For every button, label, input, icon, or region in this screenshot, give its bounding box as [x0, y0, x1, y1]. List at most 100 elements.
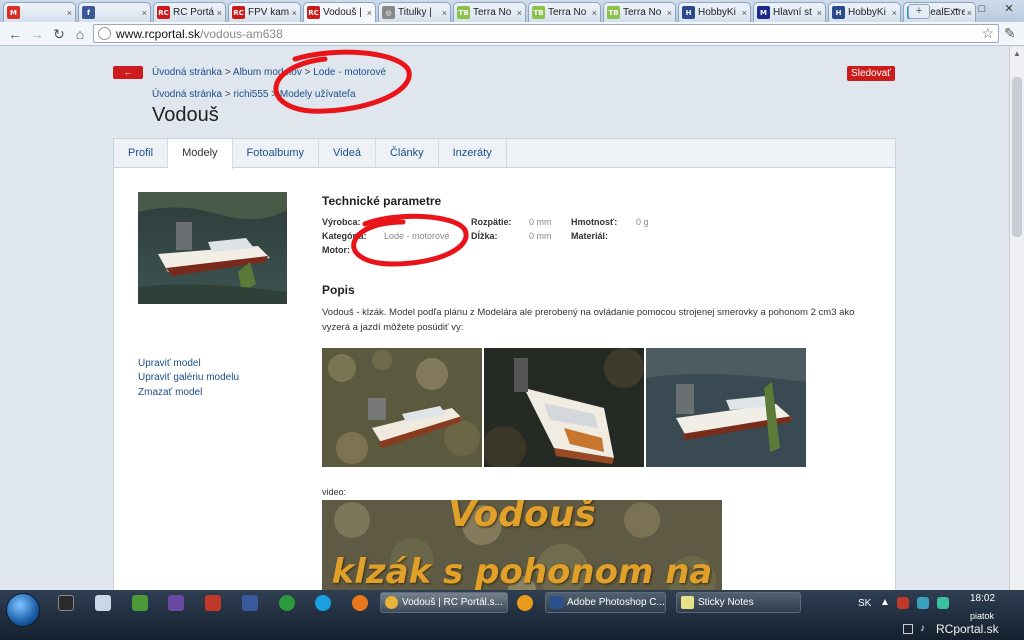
close-tab-icon[interactable]: × — [667, 8, 672, 18]
breadcrumb-user-models[interactable]: Modely užívateľa — [280, 89, 356, 100]
breadcrumb-home[interactable]: Úvodná stránka — [152, 89, 222, 100]
browser-tab[interactable]: H HobbyKi × — [828, 2, 901, 22]
save-icon[interactable] — [242, 595, 258, 611]
tab-3[interactable]: Videá — [319, 139, 376, 168]
gmail-icon: M — [7, 6, 20, 19]
close-tab-icon[interactable]: × — [292, 8, 297, 18]
clock-time[interactable]: 18:02 — [970, 593, 995, 604]
speaker-icon[interactable]: ♪ — [920, 623, 925, 634]
browser-tab[interactable]: H HobbyKi × — [678, 2, 751, 22]
battery-icon[interactable] — [903, 624, 913, 634]
close-tab-icon[interactable]: × — [817, 8, 822, 18]
page-title: Vodouš — [152, 104, 219, 126]
close-tab-icon[interactable]: × — [67, 8, 72, 18]
breadcrumb-category[interactable]: Lode - motorové — [313, 67, 386, 78]
browser-tab[interactable]: ◎ Titulky | × — [378, 2, 451, 22]
edit-model-link[interactable]: Upraviť model — [138, 358, 201, 369]
back-icon[interactable]: ← — [6, 25, 24, 43]
page-info-icon[interactable] — [98, 27, 111, 40]
bookmark-star-icon[interactable]: ☆ — [981, 25, 994, 42]
browser-tabstrip: M × f × RC RC Portá × RC FPV kam × RC Vodouš | × ◎ Tit… — [0, 0, 1024, 22]
vyrobca-label: Výrobca: — [322, 217, 361, 227]
subtitles-icon: ◎ — [382, 6, 395, 19]
start-button[interactable] — [6, 593, 40, 627]
browser-tab[interactable]: TB Terra No × — [603, 2, 676, 22]
language-indicator[interactable]: SK — [858, 598, 871, 609]
tab-1[interactable]: Modely — [168, 139, 233, 169]
tab-0[interactable]: Profil — [114, 139, 169, 168]
close-tab-icon[interactable]: × — [442, 8, 447, 18]
close-tab-icon[interactable]: × — [367, 8, 372, 18]
address-bar[interactable]: www.rcportal.sk/vodous-am638 ☆ — [93, 24, 999, 43]
home-icon[interactable]: ⌂ — [71, 25, 89, 43]
firefox-icon[interactable] — [352, 595, 368, 611]
metro-icon: M — [757, 6, 770, 19]
browser-tab[interactable]: TB Terra No × — [453, 2, 526, 22]
tab-5[interactable]: Inzeráty — [439, 139, 507, 168]
breadcrumb-user: Úvodná stránka > richi555 > Modely užíva… — [152, 89, 356, 100]
taskbar-item[interactable]: Adobe Photoshop C... — [545, 592, 666, 613]
maximize-button[interactable]: □ — [970, 0, 994, 18]
hobbyking-icon: H — [682, 6, 695, 19]
app-icon[interactable] — [168, 595, 184, 611]
tab-4[interactable]: Články — [376, 139, 439, 168]
clover-icon[interactable] — [279, 595, 295, 611]
rozpatie-label: Rozpätie: — [471, 217, 512, 227]
forward-icon[interactable]: → — [28, 25, 46, 43]
browser-tab[interactable]: f × — [78, 2, 151, 22]
terranova-icon: TB — [607, 6, 620, 19]
app-icon[interactable] — [132, 595, 148, 611]
breadcrumb-home[interactable]: Úvodná stránka — [152, 67, 222, 78]
gallery-photo-3[interactable] — [646, 348, 806, 467]
close-tab-icon[interactable]: × — [217, 8, 222, 18]
close-window-button[interactable]: ✕ — [996, 0, 1022, 18]
taskbar-item[interactable]: Sticky Notes — [676, 592, 801, 613]
reload-icon[interactable]: ↻ — [50, 25, 68, 43]
kategoria-value: Lode - motorové — [384, 231, 450, 241]
tray-icon[interactable] — [917, 597, 929, 609]
tray-icon[interactable] — [897, 597, 909, 609]
app-icon[interactable] — [205, 595, 221, 611]
scrollbar-thumb[interactable] — [1012, 77, 1022, 237]
browser-tab[interactable]: TB Terra No × — [528, 2, 601, 22]
taskbar-item[interactable]: Vodouš | RC Portál.s... — [380, 592, 508, 613]
sticky-notes-icon — [681, 596, 694, 609]
scroll-up-icon[interactable]: ▲ — [1013, 49, 1021, 58]
back-button[interactable]: ← — [113, 66, 143, 79]
model-main-photo[interactable] — [138, 192, 287, 304]
wrench-icon[interactable]: ✎ — [1004, 25, 1016, 42]
media-player-icon[interactable] — [58, 595, 74, 611]
vlc-icon[interactable] — [517, 595, 533, 611]
gallery-photo-2[interactable] — [484, 348, 644, 467]
tray-icon[interactable] — [937, 597, 949, 609]
hmotnost-label: Hmotnosť: — [571, 217, 618, 227]
browser-tab-title: Terra No — [548, 7, 587, 18]
browser-tab[interactable]: RC FPV kam × — [228, 2, 301, 22]
new-tab-button[interactable]: + — [908, 4, 930, 19]
model-description: Vodouš - klzák. Model podľa plánu z Mode… — [322, 307, 855, 333]
red-marker-annotation — [273, 49, 412, 114]
browser-tab[interactable]: M × — [3, 2, 76, 22]
breadcrumb-username[interactable]: richi555 — [233, 89, 268, 100]
browser-tab[interactable]: RC Vodouš | × — [303, 2, 376, 22]
delete-model-link[interactable]: Zmazať model — [138, 387, 202, 398]
close-tab-icon[interactable]: × — [892, 8, 897, 18]
close-tab-icon[interactable]: × — [592, 8, 597, 18]
video-player[interactable]: Vodouš klzák s pohonom na — [322, 500, 722, 590]
browser-tab[interactable]: M Hlavní st × — [753, 2, 826, 22]
document-icon[interactable] — [95, 595, 111, 611]
browser-tab[interactable]: RC RC Portá × — [153, 2, 226, 22]
close-tab-icon[interactable]: × — [142, 8, 147, 18]
tab-2[interactable]: Fotoalbumy — [233, 139, 320, 168]
page-scrollbar[interactable]: ▲ — [1009, 47, 1024, 590]
minimize-button[interactable]: – — [944, 0, 968, 18]
close-tab-icon[interactable]: × — [517, 8, 522, 18]
edit-gallery-link[interactable]: Upraviť galériu modelu — [138, 372, 239, 383]
skype-icon[interactable] — [315, 595, 331, 611]
close-tab-icon[interactable]: × — [742, 8, 747, 18]
breadcrumb-album[interactable]: Album modelov — [233, 67, 302, 78]
follow-button[interactable]: Sledovať — [847, 66, 895, 81]
tray-expand-icon[interactable]: ▲ — [880, 597, 890, 608]
kategoria-label: Kategória: — [322, 231, 367, 241]
gallery-photo-1[interactable] — [322, 348, 482, 467]
